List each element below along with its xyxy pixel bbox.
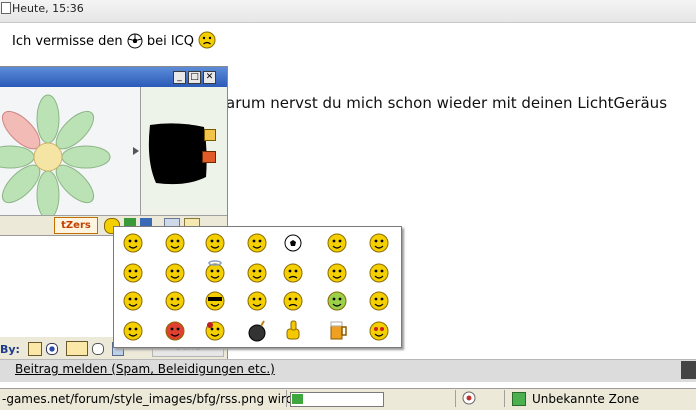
shout-icon[interactable] [327,263,347,283]
wave-icon[interactable] [369,291,389,311]
soccer-ball-icon[interactable] [284,234,302,252]
sad-smiley-icon [198,31,216,53]
multi-send-icon[interactable] [66,341,88,356]
cool-sunglasses-icon[interactable] [205,291,225,311]
smile-icon[interactable] [123,233,143,253]
laugh-icon[interactable] [165,291,185,311]
big-grin-icon[interactable] [369,263,389,283]
avatar [148,123,207,185]
thumbs-up-icon[interactable] [286,320,300,340]
rose-icon[interactable] [205,321,225,341]
report-post-link[interactable]: Beitrag melden (Spam, Beleidigungen etc.… [15,362,275,376]
kiss-blow-icon[interactable] [123,321,143,341]
kiss-icon[interactable] [123,263,143,283]
worried-icon[interactable] [283,291,303,311]
security-zone-label: Unbekannte Zone [532,392,640,406]
maximize-button[interactable]: □ [188,71,201,84]
smirk-icon[interactable] [205,233,225,253]
lock-icon[interactable] [204,129,216,141]
document-icon [1,2,11,14]
confused-icon[interactable] [283,263,303,283]
love-eyes-icon[interactable] [369,321,389,341]
beer-icon[interactable] [330,321,347,340]
post-text-before: Ich vermisse den [12,34,123,49]
by-label: By: [0,343,20,356]
post-text-after: bei ICQ [146,34,195,49]
expand-arrow-icon[interactable] [133,147,139,155]
bomb-icon[interactable] [248,320,266,342]
soccer-ball-icon [127,33,143,53]
post-text: Ich vermisse den bei ICQ [12,31,216,53]
angel-icon[interactable] [205,260,225,283]
privacy-eye-icon[interactable] [462,391,476,405]
close-button[interactable]: ✕ [203,71,216,84]
sleepy-icon[interactable] [247,291,267,311]
sick-green-icon[interactable] [327,291,347,311]
thinking-icon[interactable] [327,233,347,253]
tzers-button[interactable]: tZers [54,217,98,234]
grin-side-icon[interactable] [369,233,389,253]
devil-icon[interactable] [165,321,185,341]
post-date: Heute, 15:36 [12,2,84,15]
icq-titlebar[interactable]: _ □ ✕ [0,67,227,87]
send-mode-icon[interactable] [28,342,42,356]
quote-button[interactable] [681,361,696,379]
surprised-icon[interactable] [123,291,143,311]
smiley-picker[interactable] [113,226,402,348]
frown-eyes-icon[interactable] [165,233,185,253]
post-header [0,0,696,23]
loading-progress-bar [290,392,384,407]
multi-send-radio[interactable] [92,343,104,355]
security-zone-icon [512,392,526,406]
minimize-button[interactable]: _ [173,71,186,84]
icq-flower-logo [0,94,111,215]
loading-progress-fill [292,394,303,404]
quote-text: arum nervst du mich schon wieder mit dei… [226,94,668,112]
home-icon[interactable] [202,151,216,163]
wink-big-icon[interactable] [247,233,267,253]
smiley-grid[interactable] [114,227,401,347]
blush-icon[interactable] [165,263,185,283]
sealed-lips-icon[interactable] [247,263,267,283]
send-mode-radio-selected[interactable] [46,343,58,355]
